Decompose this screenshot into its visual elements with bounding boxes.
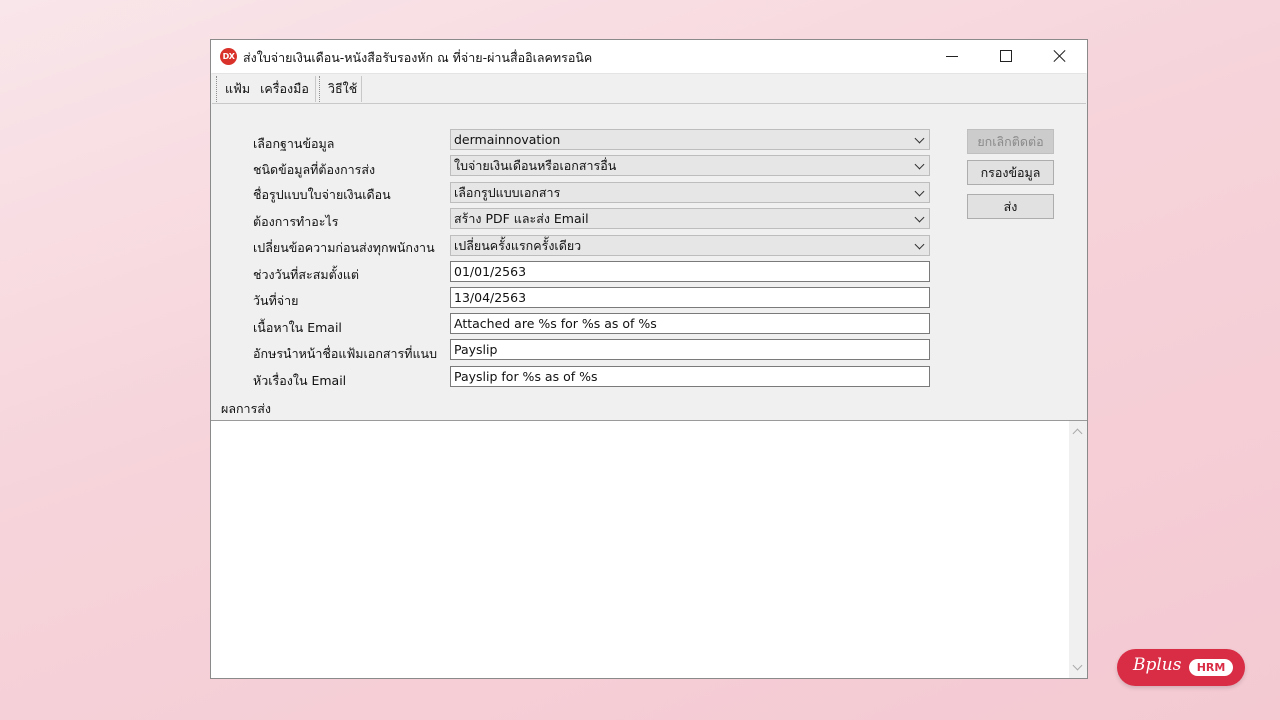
action-value: สร้าง PDF และส่ง Email (454, 210, 589, 226)
chevron-down-icon[interactable] (914, 212, 925, 223)
chevron-down-icon[interactable] (914, 133, 925, 144)
email-subject-input[interactable]: Payslip for %s as of %s (450, 366, 930, 387)
app-window: DX ส่งใบจ่ายเงินเดือน-หนังสือรับรองหัก ณ… (210, 39, 1088, 679)
close-icon (1053, 49, 1067, 63)
chevron-down-icon[interactable] (914, 159, 925, 170)
pay-date-input[interactable]: 13/04/2563 (450, 287, 930, 308)
maximize-icon (1000, 50, 1012, 62)
scroll-down-icon[interactable] (1072, 660, 1083, 671)
payslip-format-label: ชื่อรูปแบบใบจ่ายเงินเดือน (253, 187, 391, 202)
window-title: ส่งใบจ่ายเงินเดือน-หนังสือรับรองหัก ณ ที… (243, 50, 593, 65)
database-label: เลือกฐานข้อมูล (253, 136, 335, 151)
send-button[interactable]: ส่ง (967, 194, 1054, 219)
chevron-down-icon[interactable] (914, 186, 925, 197)
menu-group-help: วิธีใช้ (319, 76, 362, 102)
app-logo-icon: DX (220, 48, 237, 65)
change-message-select[interactable]: เปลี่ยนครั้งแรกครั้งเดียว (450, 235, 930, 256)
email-body-input[interactable]: Attached are %s for %s as of %s (450, 313, 930, 334)
result-log-area[interactable] (211, 420, 1087, 678)
logo-script-text: Bplus (1133, 655, 1182, 675)
vertical-scrollbar[interactable] (1069, 421, 1087, 678)
data-type-label: ชนิดข้อมูลที่ต้องการส่ง (253, 162, 376, 177)
accum-from-input[interactable]: 01/01/2563 (450, 261, 930, 282)
close-button[interactable] (1033, 40, 1087, 72)
pay-date-label: วันที่จ่าย (253, 293, 299, 308)
action-label: ต้องการทำอะไร (253, 214, 339, 229)
minimize-button[interactable] (925, 40, 979, 72)
menu-tools[interactable]: เครื่องมือ (260, 79, 309, 99)
menu-group-main: แฟ้ม เครื่องมือ (216, 76, 316, 102)
minimize-icon (946, 55, 958, 57)
database-select[interactable]: dermainnovation (450, 129, 930, 150)
bplus-hrm-logo: Bplus HRM (1117, 649, 1245, 686)
file-prefix-label: อักษรนำหน้าชื่อแฟ้มเอกสารที่แนบ (253, 346, 438, 361)
accum-from-label: ช่วงวันที่สะสมตั้งแต่ (253, 267, 360, 282)
maximize-button[interactable] (979, 40, 1033, 72)
change-message-label: เปลี่ยนข้อความก่อนส่งทุกพนักงาน (253, 240, 435, 255)
cancel-connection-button[interactable]: ยกเลิกติดต่อ (967, 129, 1054, 154)
database-value: dermainnovation (454, 132, 561, 147)
email-body-label: เนื้อหาใน Email (253, 320, 342, 335)
chevron-down-icon[interactable] (914, 239, 925, 250)
action-select[interactable]: สร้าง PDF และส่ง Email (450, 208, 930, 229)
scroll-up-icon[interactable] (1072, 428, 1083, 439)
logo-badge: HRM (1189, 659, 1233, 676)
payslip-format-value: เลือกรูปแบบเอกสาร (454, 184, 561, 200)
result-label: ผลการส่ง (221, 401, 272, 416)
email-subject-label: หัวเรื่องใน Email (253, 373, 347, 388)
menu-file[interactable]: แฟ้ม (225, 79, 250, 99)
menu-howto[interactable]: วิธีใช้ (328, 79, 357, 99)
data-type-select[interactable]: ใบจ่ายเงินเดือนหรือเอกสารอื่น (450, 155, 930, 176)
data-type-value: ใบจ่ายเงินเดือนหรือเอกสารอื่น (454, 157, 617, 173)
title-bar: DX ส่งใบจ่ายเงินเดือน-หนังสือรับรองหัก ณ… (211, 40, 1087, 73)
change-message-value: เปลี่ยนครั้งแรกครั้งเดียว (454, 237, 582, 253)
payslip-format-select[interactable]: เลือกรูปแบบเอกสาร (450, 182, 930, 203)
menu-bar: แฟ้ม เครื่องมือ วิธีใช้ (212, 73, 1086, 104)
filter-data-button[interactable]: กรองข้อมูล (967, 160, 1054, 185)
file-prefix-input[interactable]: Payslip (450, 339, 930, 360)
